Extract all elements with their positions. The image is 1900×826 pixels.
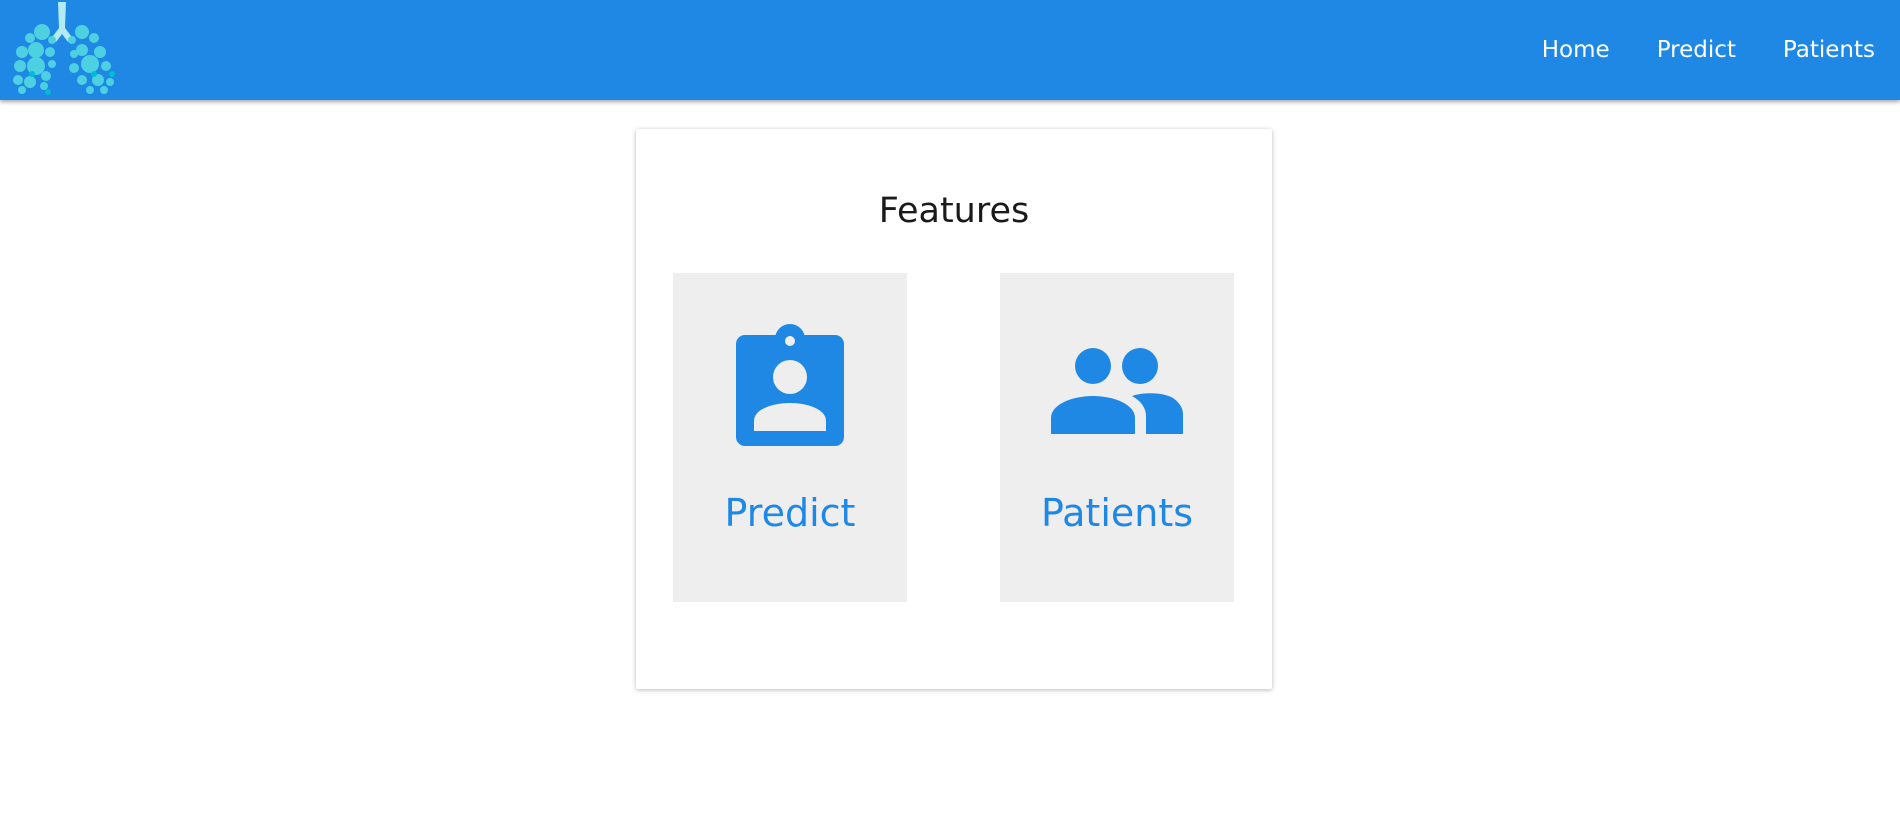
predict-feature-tile[interactable]: Predict bbox=[673, 273, 907, 602]
patients-feature-label: Patients bbox=[1040, 491, 1194, 535]
features-title: Features bbox=[878, 191, 1030, 231]
predict-feature-label: Predict bbox=[724, 491, 856, 535]
nav-link-patients[interactable]: Patients bbox=[1783, 37, 1875, 63]
nav-link-predict[interactable]: Predict bbox=[1657, 37, 1736, 63]
patients-feature-tile[interactable]: Patients bbox=[1000, 273, 1234, 602]
features-card: Features Predict Patients bbox=[636, 129, 1272, 689]
lungs-logo-icon[interactable] bbox=[8, 0, 116, 98]
top-navbar: Home Predict Patients bbox=[0, 0, 1900, 100]
nav-links: Home Predict Patients bbox=[1495, 0, 1875, 100]
people-icon bbox=[1051, 348, 1183, 434]
badge-person-icon bbox=[736, 324, 844, 446]
nav-link-home[interactable]: Home bbox=[1542, 37, 1610, 63]
